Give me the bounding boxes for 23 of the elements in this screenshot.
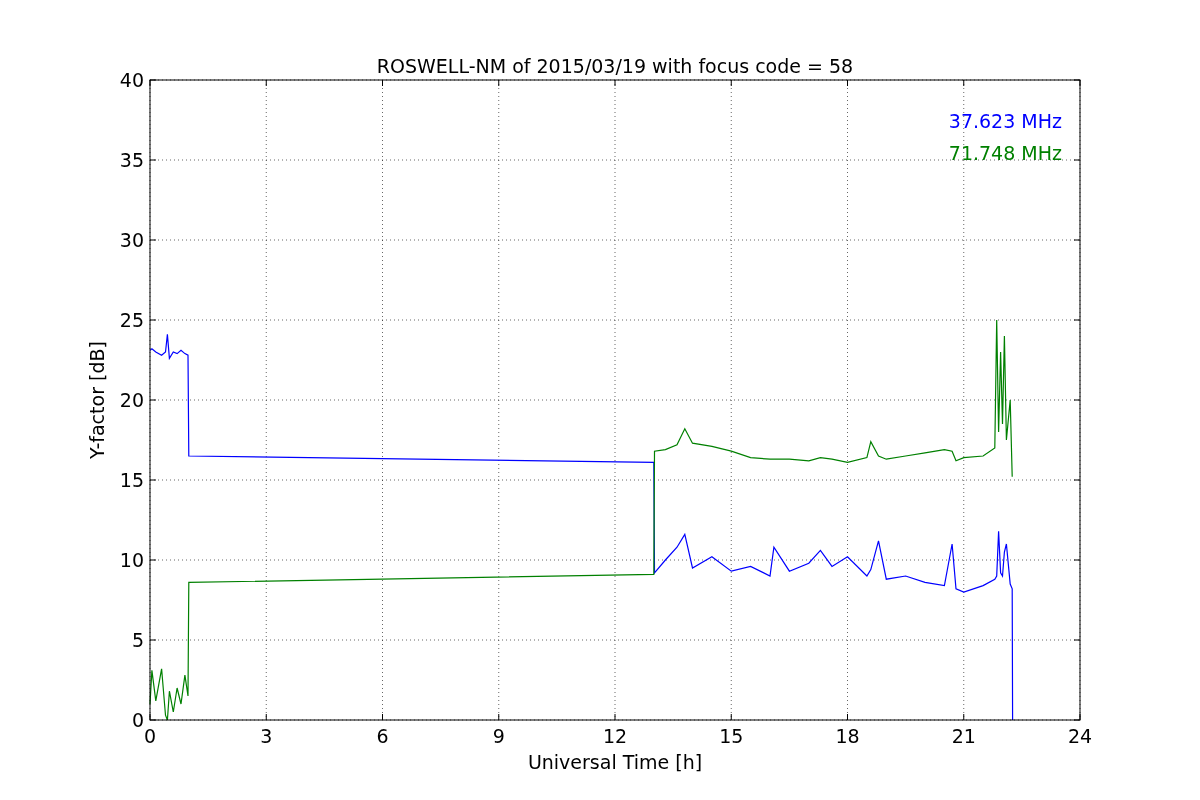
x-tick-label: 24 <box>1067 725 1093 747</box>
x-tick-label: 9 <box>492 725 505 747</box>
x-tick-label: 0 <box>143 725 157 747</box>
x-tick-label: 18 <box>835 725 860 747</box>
y-tick-label: 5 <box>131 629 144 651</box>
y-tick-label: 40 <box>119 69 144 91</box>
y-tick-label: 10 <box>119 549 144 571</box>
x-tick-label: 6 <box>376 725 389 747</box>
y-tick-label: 0 <box>131 709 144 731</box>
x-axis-label: Universal Time [h] <box>527 751 703 773</box>
x-tick-label: 15 <box>719 725 744 747</box>
x-tick-label: 12 <box>602 725 628 747</box>
legend-label: 37.623 MHz <box>948 110 1062 132</box>
y-axis-label: Y-factor [dB] <box>86 341 108 459</box>
y-tick-label: 15 <box>119 469 144 491</box>
y-tick-label: 35 <box>119 149 144 171</box>
y-tick-label: 30 <box>119 229 144 251</box>
x-tick-label: 3 <box>260 725 273 747</box>
x-tick-label: 21 <box>951 725 976 747</box>
chart-title: ROSWELL-NM of 2015/03/19 with focus code = 58 <box>376 55 854 77</box>
legend-label: 71.748 MHz <box>948 142 1062 164</box>
y-tick-label: 20 <box>119 389 144 411</box>
y-tick-label: 25 <box>119 309 144 331</box>
